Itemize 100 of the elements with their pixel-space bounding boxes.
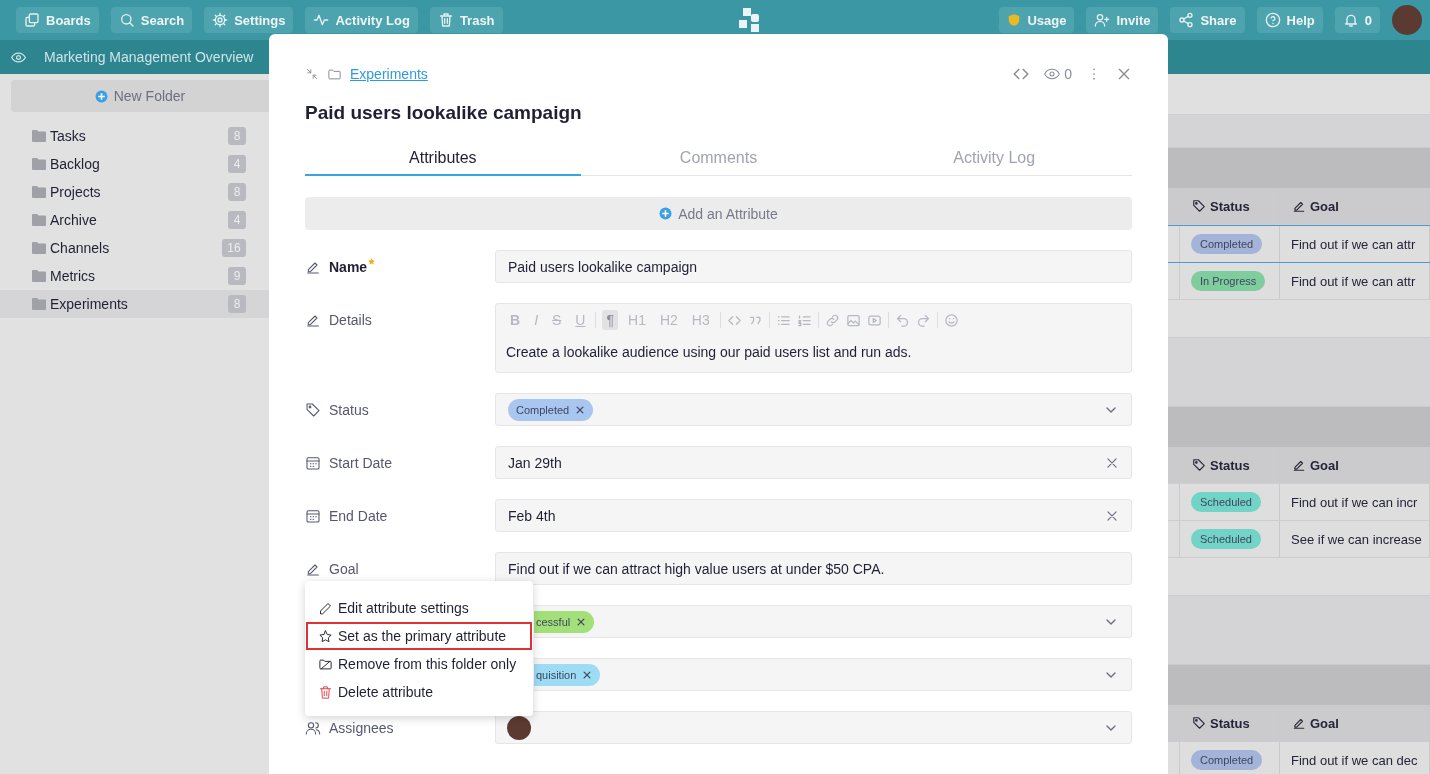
- remove-icon[interactable]: [575, 404, 586, 415]
- attribute-label[interactable]: Details: [329, 311, 372, 328]
- status-tag: Completed: [1191, 234, 1263, 254]
- date-field[interactable]: Jan 29th: [495, 446, 1132, 479]
- smiley-icon[interactable]: [943, 312, 959, 328]
- tag-select-field[interactable]: cessful: [534, 605, 1132, 638]
- bell-icon: [1342, 12, 1359, 28]
- video-icon[interactable]: [866, 312, 882, 328]
- tag-icon: [1192, 199, 1206, 213]
- text-field[interactable]: Find out if we can attract high value users at under $50 CPA.: [495, 552, 1132, 585]
- folder-icon: [327, 66, 342, 82]
- column-header[interactable]: Status: [1180, 705, 1280, 741]
- help-icon: [1264, 12, 1281, 28]
- table-cell: Find out if we can incr: [1280, 484, 1430, 520]
- column-header[interactable]: Status: [1180, 447, 1280, 483]
- column-header[interactable]: Goal: [1280, 188, 1430, 224]
- numbered-list-icon[interactable]: [796, 312, 812, 328]
- status-tag: Scheduled: [1191, 529, 1261, 549]
- tag-select-field[interactable]: quisition: [534, 658, 1132, 691]
- link-icon[interactable]: [824, 312, 840, 328]
- menu-item[interactable]: Edit attribute settings: [306, 594, 532, 622]
- menu-item[interactable]: Remove from this folder only: [306, 650, 532, 678]
- pencil-icon: [1292, 716, 1306, 730]
- assignee-select-field[interactable]: [495, 711, 1132, 744]
- attribute-label[interactable]: Start Date: [329, 454, 393, 471]
- remove-icon[interactable]: [582, 669, 593, 680]
- table-row[interactable]: Completed Find out if we can attr: [1168, 225, 1430, 263]
- share-icon: [1178, 12, 1195, 28]
- clear-icon[interactable]: [1105, 455, 1119, 470]
- attribute-label[interactable]: Status: [329, 401, 369, 418]
- boards-icon: [24, 12, 40, 28]
- status-tag: cessful: [534, 610, 595, 633]
- attribute-label[interactable]: End Date: [329, 507, 388, 524]
- table-row[interactable]: Scheduled Find out if we can incr: [1168, 484, 1430, 521]
- tag-icon: [1192, 716, 1206, 730]
- table-cell: Find out if we can attr: [1280, 226, 1430, 262]
- avatar: [507, 715, 531, 740]
- tag-icon: [1192, 458, 1206, 472]
- avatar[interactable]: [1392, 5, 1422, 35]
- trash-icon: [318, 684, 333, 700]
- tab[interactable]: Attributes: [305, 142, 581, 176]
- required-star-icon: [367, 257, 377, 266]
- collapse-icon[interactable]: [305, 67, 319, 81]
- users-icon[interactable]: [305, 719, 321, 736]
- close-icon[interactable]: [1116, 66, 1132, 82]
- settings-icon: [212, 12, 229, 28]
- remove-icon[interactable]: [576, 616, 587, 627]
- attribute-label[interactable]: Name: [329, 258, 368, 275]
- undo-icon[interactable]: [894, 312, 910, 328]
- star-icon: [318, 628, 333, 644]
- table-cell: Find out if we can attr: [1280, 263, 1430, 299]
- rich-text-editor[interactable]: B I S U ¶ H1 H2 H3 Create a lookalike audience using our paid users list and run ads.: [495, 303, 1132, 373]
- table-cell: Find out if we can dec: [1280, 742, 1430, 774]
- calendar-icon[interactable]: [305, 507, 321, 524]
- tag-select-field[interactable]: Completed: [495, 393, 1132, 426]
- details-text: Create a lookalike audience using our paid users list and run ads.: [506, 343, 913, 362]
- status-tag: Scheduled: [1191, 492, 1261, 512]
- folder-icon: [32, 242, 46, 254]
- column-header[interactable]: Goal: [1280, 705, 1430, 741]
- attribute-label[interactable]: Assignees: [329, 719, 394, 736]
- project-title: Marketing Management Overview: [44, 49, 254, 65]
- add-user-icon: [1094, 12, 1111, 28]
- image-icon[interactable]: [845, 312, 861, 328]
- text-field[interactable]: Paid users lookalike campaign: [495, 250, 1132, 283]
- status-tag: Completed: [1191, 750, 1263, 770]
- redo-icon[interactable]: [915, 312, 931, 328]
- folder-icon: [32, 270, 46, 282]
- activity-icon: [313, 12, 330, 28]
- add-attribute-button[interactable]: Add an Attribute: [305, 197, 1132, 230]
- shield-icon: [1007, 13, 1022, 27]
- status-tag: Completed: [508, 398, 594, 421]
- folder-icon: [32, 186, 46, 198]
- folder-slash-icon: [318, 656, 333, 672]
- tag-icon[interactable]: [305, 401, 321, 418]
- trash-icon: [437, 12, 454, 28]
- item-title: Paid users lookalike campaign: [305, 102, 583, 125]
- folder-icon: [32, 214, 46, 226]
- folder-icon: [32, 158, 46, 170]
- calendar-icon[interactable]: [305, 454, 321, 471]
- pencil-icon: [1292, 199, 1306, 213]
- column-header[interactable]: Goal: [1280, 447, 1430, 483]
- eye-icon[interactable]: [11, 49, 26, 65]
- menu-item[interactable]: Delete attribute: [306, 678, 532, 706]
- pencil-icon: [318, 600, 333, 616]
- table-row[interactable]: Completed Find out if we can dec: [1168, 742, 1430, 774]
- column-header[interactable]: Status: [1180, 188, 1280, 224]
- plus-circle-icon: [659, 207, 673, 220]
- search-icon: [118, 12, 135, 28]
- pencil-icon: [1292, 458, 1306, 472]
- folder-icon: [32, 130, 46, 142]
- eye-icon: [1044, 66, 1061, 82]
- plus-circle-icon: [94, 89, 108, 103]
- table-cell: See if we can increase: [1280, 521, 1430, 557]
- attribute-label[interactable]: Goal: [329, 560, 359, 577]
- status-tag: In Progress: [1191, 271, 1266, 291]
- date-field[interactable]: Feb 4th: [495, 499, 1132, 532]
- status-tag: quisition: [534, 663, 601, 686]
- clear-icon[interactable]: [1105, 508, 1119, 523]
- view-count: 0: [1064, 66, 1072, 82]
- menu-item[interactable]: Set as the primary attribute: [306, 622, 532, 650]
